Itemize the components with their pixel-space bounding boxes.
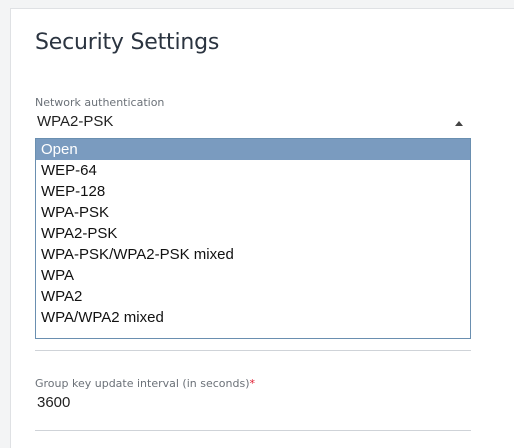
authentication-options-list[interactable]: Open WEP-64 WEP-128 WPA-PSK WPA2-PSK WPA… — [35, 138, 471, 339]
group-key-interval-input[interactable]: 3600 — [37, 394, 70, 411]
group-key-interval-label: Group key update interval (in seconds)* — [35, 377, 255, 390]
option-wpa2-psk[interactable]: WPA2-PSK — [36, 223, 470, 244]
caret-up-icon — [455, 121, 463, 126]
option-wep-64[interactable]: WEP-64 — [36, 160, 470, 181]
page-title: Security Settings — [35, 30, 220, 55]
option-wpa-wpa2-mixed[interactable]: WPA/WPA2 mixed — [36, 307, 470, 328]
select-underline — [35, 350, 471, 351]
selected-value: WPA2-PSK — [37, 113, 114, 130]
required-mark: * — [249, 377, 256, 390]
option-wep-128[interactable]: WEP-128 — [36, 181, 470, 202]
input-underline — [35, 430, 471, 431]
option-wpa-psk[interactable]: WPA-PSK — [36, 202, 470, 223]
option-wpa[interactable]: WPA — [36, 265, 470, 286]
option-open[interactable]: Open — [36, 139, 470, 160]
option-wpa2[interactable]: WPA2 — [36, 286, 470, 307]
option-wpa-psk-wpa2-psk-mixed[interactable]: WPA-PSK/WPA2-PSK mixed — [36, 244, 470, 265]
